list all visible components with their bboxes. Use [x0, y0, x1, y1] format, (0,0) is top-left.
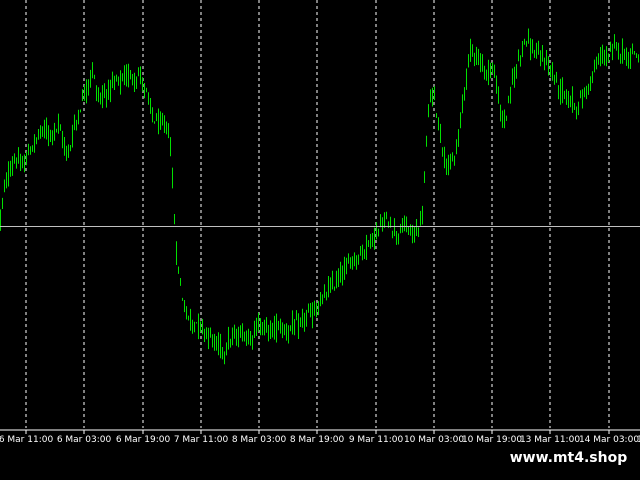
x-tick-label: 7 Mar 11:00: [174, 435, 229, 445]
chart-area[interactable]: 6 Mar 11:00 6 Mar 03:00 6 Mar 19:00 7 Mar 1…: [0, 0, 640, 480]
x-tick-label: 10 Mar 19:00: [462, 435, 522, 445]
x-tick-label: 8 Mar 19:00: [290, 435, 345, 445]
x-tick-label: 6 Mar 03:00: [57, 435, 112, 445]
x-tick-label: 13 Mar 11:00: [520, 435, 580, 445]
price-chart[interactable]: 6 Mar 11:00 6 Mar 03:00 6 Mar 19:00 7 Mar 1…: [0, 0, 640, 480]
watermark-text: www.mt4.shop: [497, 446, 640, 470]
x-tick-label: 8 Mar 03:00: [232, 435, 287, 445]
candles: [0, 28, 639, 365]
x-tick-label: 6 Mar 11:00: [0, 435, 53, 445]
x-axis: 6 Mar 11:00 6 Mar 03:00 6 Mar 19:00 7 Mar 1…: [0, 429, 640, 445]
x-tick-label: 14 Mar 03:00: [579, 435, 639, 445]
x-tick-label: 9 Mar 11:00: [349, 435, 404, 445]
x-tick-label: 10 Mar 03:00: [404, 435, 464, 445]
x-tick-label: 6 Mar 19:00: [116, 435, 171, 445]
grid: [25, 0, 610, 428]
